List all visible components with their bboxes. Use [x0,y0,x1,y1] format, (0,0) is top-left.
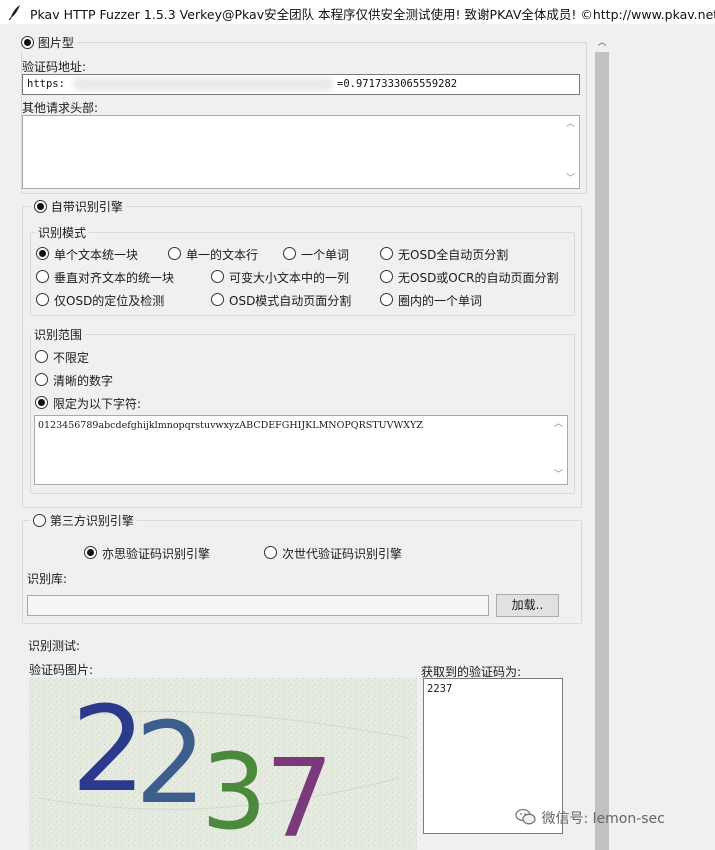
range-radio-1[interactable] [35,350,48,363]
image-mode-radio[interactable] [21,36,34,49]
captcha-image: 2 2 3 7 [29,678,417,850]
mode-label-8: 仅OSD的定位及检测 [54,294,165,308]
mode-radio-5[interactable] [36,270,49,283]
chevron-down-icon[interactable]: ﹀ [550,467,567,484]
third-party-radio[interactable] [33,514,46,527]
builtin-engine-radio[interactable] [34,200,47,213]
chevron-up-icon[interactable]: ︿ [550,416,567,433]
headers-textarea[interactable]: ︿ ﹀ [22,115,580,189]
engine-option-label-2: 次世代验证码识别引擎 [282,547,403,561]
mode-radio-7[interactable] [380,270,393,283]
mode-label-7: 无OSD或OCR的自动页面分割 [398,271,559,285]
watermark: 微信号: lemon-sec [515,808,665,828]
redacted-url-blur [73,77,333,91]
url-prefix: https: [27,78,65,90]
mode-radio-8[interactable] [36,293,49,306]
test-label: 识别测试: [28,639,81,653]
range-label-2: 清晰的数字 [53,374,114,388]
result-value: 2237 [427,683,453,695]
third-party-legend: 第三方识别引擎 [30,512,137,529]
mode-radio-3[interactable] [283,247,296,260]
range-radio-2[interactable] [35,373,48,386]
library-label: 识别库: [27,572,68,586]
charset-textarea[interactable]: 0123456789abcdefghijklmnopqrstuvwxyzABCD… [34,415,568,485]
mode-label-2: 单一的文本行 [186,248,259,262]
captcha-image-label: 验证码图片: [29,663,94,677]
charset-text: 0123456789abcdefghijklmnopqrstuvwxyzABCD… [38,420,423,431]
image-mode-label: 图片型 [37,36,74,50]
window-title: Pkav HTTP Fuzzer 1.5.3 Verkey@Pkav安全团队 本… [30,7,715,22]
mode-radio-2[interactable] [168,247,181,260]
engine-option-label-1: 亦思验证码识别引擎 [102,547,211,561]
headers-label: 其他请求头部: [22,101,99,115]
title-bar: Pkav HTTP Fuzzer 1.5.3 Verkey@Pkav安全团队 本… [0,0,715,24]
captcha-digit: 7 [265,737,334,850]
engine-option-radio-1[interactable] [84,546,97,559]
mode-radio-9[interactable] [211,293,224,306]
builtin-engine-legend: 自带识别引擎 [31,198,126,215]
url-suffix: =0.9717333065559282 [337,78,458,90]
feather-icon [8,5,20,20]
chevron-up-icon[interactable]: ︿ [593,34,611,52]
watermark-text: 微信号: lemon-sec [541,811,665,827]
range-group-label: 识别范围 [31,326,86,343]
captcha-digit: 2 [135,699,206,829]
main-scrollbar[interactable]: ︿ [593,34,611,850]
chevron-up-icon[interactable]: ︿ [562,116,579,133]
mode-label-6: 可变大小文本中的一列 [229,271,350,285]
mode-label-5: 垂直对齐文本的统一块 [54,271,175,285]
third-party-label: 第三方识别引擎 [49,514,134,528]
headers-scrollbar[interactable]: ︿ ﹀ [562,116,579,188]
image-mode-legend: 图片型 [18,34,77,51]
captcha-url-input[interactable]: https: =0.9717333065559282 [22,74,580,95]
builtin-engine-label: 自带识别引擎 [50,200,123,214]
range-radio-3[interactable] [35,396,48,409]
mode-label-10: 圈内的一个单词 [398,294,483,308]
scrollbar-thumb[interactable] [595,52,609,850]
charset-scrollbar[interactable]: ︿ ﹀ [550,416,567,484]
mode-radio-10[interactable] [380,293,393,306]
captcha-digit: 3 [201,731,267,850]
mode-label-4: 无OSD全自动页分割 [398,248,509,262]
mode-radio-4[interactable] [380,247,393,260]
load-button[interactable]: 加载.. [496,594,559,617]
engine-option-radio-2[interactable] [264,546,277,559]
mode-label-1: 单个文本统一块 [54,248,139,262]
url-label: 验证码地址: [22,60,87,74]
range-label-3: 限定为以下字符: [53,397,142,411]
mode-group-label: 识别模式 [35,224,90,241]
mode-radio-1[interactable] [36,247,49,260]
mode-label-3: 一个单词 [301,248,350,262]
chevron-down-icon[interactable]: ﹀ [562,171,579,188]
wechat-icon [515,808,536,825]
range-label-1: 不限定 [53,351,90,365]
library-path-input[interactable] [27,595,489,616]
captcha-graphic: 2 2 3 7 [29,678,417,850]
mode-radio-6[interactable] [211,270,224,283]
mode-label-9: OSD模式自动页面分割 [229,294,352,308]
